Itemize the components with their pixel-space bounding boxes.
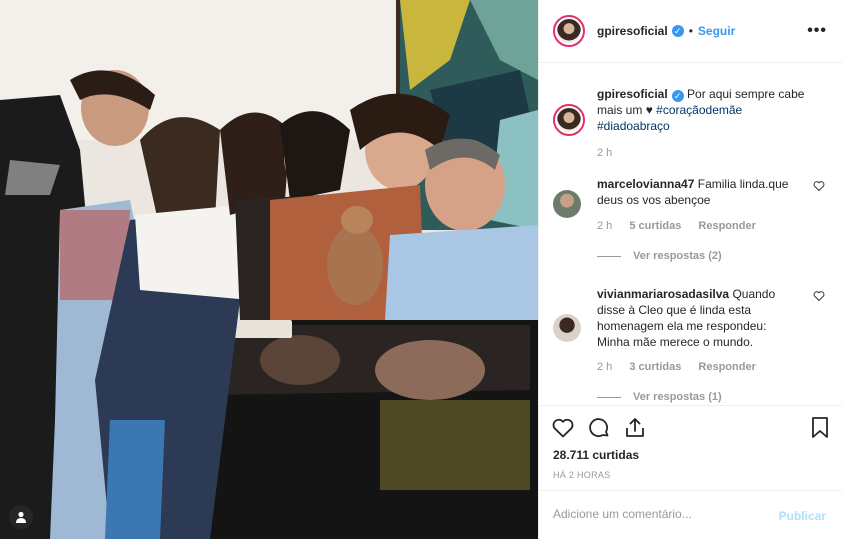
comment-input[interactable] bbox=[553, 507, 763, 521]
add-comment-bar: Publicar bbox=[539, 490, 842, 539]
share-icon[interactable] bbox=[623, 416, 647, 440]
bookmark-icon bbox=[812, 417, 828, 438]
post-photo[interactable] bbox=[0, 0, 538, 539]
heart-emoji: ♥ bbox=[645, 103, 653, 117]
replies-line bbox=[597, 255, 621, 257]
user-tag-icon bbox=[16, 511, 26, 523]
verified-icon: ✓ bbox=[671, 25, 684, 37]
post-actions: 28.711 curtidas HÁ 2 HORAS bbox=[539, 405, 842, 489]
comment-meta: 2 h 3 curtidas Responder bbox=[597, 361, 770, 373]
comment-icon[interactable] bbox=[587, 416, 611, 440]
view-replies-label: Ver respostas (2) bbox=[633, 250, 722, 262]
view-replies-button[interactable]: Ver respostas (2) bbox=[597, 250, 722, 262]
post-side-panel: gpiresoficial ✓ • Seguir ••• gpiresofici… bbox=[538, 0, 842, 539]
comments-section[interactable]: gpiresoficial ✓ Por aqui sempre cabe mais… bbox=[539, 64, 842, 405]
verified-icon: ✓ bbox=[671, 90, 684, 102]
header-separator: • bbox=[688, 24, 693, 38]
caption-username[interactable]: gpiresoficial bbox=[597, 87, 668, 101]
hashtag-coracaodemae[interactable]: #coraçãodemãe bbox=[656, 103, 742, 117]
likes-count[interactable]: 28.711 curtidas bbox=[553, 448, 639, 462]
publish-button[interactable]: Publicar bbox=[779, 509, 826, 523]
comment-time[interactable]: 2 h bbox=[597, 361, 612, 373]
post-timestamp[interactable]: HÁ 2 HORAS bbox=[553, 470, 611, 480]
comment-like-icon[interactable] bbox=[813, 180, 825, 192]
comment-meta: 2 h 5 curtidas Responder bbox=[597, 220, 770, 232]
comment-like-icon[interactable] bbox=[813, 290, 825, 302]
follow-button[interactable]: Seguir bbox=[698, 24, 735, 38]
replies-line bbox=[597, 396, 621, 398]
save-button[interactable] bbox=[810, 416, 830, 440]
commenter-avatar[interactable] bbox=[553, 190, 581, 218]
commenter-username[interactable]: vivianmariarosadasilva bbox=[597, 287, 729, 301]
user-tag-button[interactable] bbox=[9, 505, 33, 529]
caption-time[interactable]: 2 h bbox=[597, 147, 612, 159]
caption-avatar[interactable] bbox=[553, 104, 585, 136]
comment-text: vivianmariarosadasilva Quando disse à Cl… bbox=[597, 286, 799, 350]
instagram-post: gpiresoficial ✓ • Seguir ••• gpiresofici… bbox=[0, 0, 842, 539]
view-replies-label: Ver respostas (1) bbox=[633, 391, 722, 403]
author-avatar[interactable] bbox=[553, 15, 585, 47]
hashtag-diadoabraco[interactable]: #diadoabraço bbox=[597, 119, 670, 133]
comment-time[interactable]: 2 h bbox=[597, 220, 612, 232]
comment-likes[interactable]: 3 curtidas bbox=[629, 361, 681, 373]
view-replies-button[interactable]: Ver respostas (1) bbox=[597, 391, 722, 403]
caption-text: gpiresoficial ✓ Por aqui sempre cabe mais… bbox=[597, 86, 817, 134]
comment-likes[interactable]: 5 curtidas bbox=[629, 220, 681, 232]
author-username[interactable]: gpiresoficial bbox=[597, 24, 668, 38]
photo-illustration bbox=[0, 0, 538, 539]
heart-icon[interactable] bbox=[551, 416, 575, 440]
reply-button[interactable]: Responder bbox=[698, 220, 755, 232]
commenter-avatar[interactable] bbox=[553, 314, 581, 342]
reply-button[interactable]: Responder bbox=[698, 361, 755, 373]
post-header: gpiresoficial ✓ • Seguir ••• bbox=[539, 0, 842, 63]
comment-text: marcelovianna47 Familia linda.que deus o… bbox=[597, 176, 799, 208]
commenter-username[interactable]: marcelovianna47 bbox=[597, 177, 694, 191]
action-icons bbox=[551, 416, 647, 440]
more-icon[interactable]: ••• bbox=[807, 22, 827, 40]
